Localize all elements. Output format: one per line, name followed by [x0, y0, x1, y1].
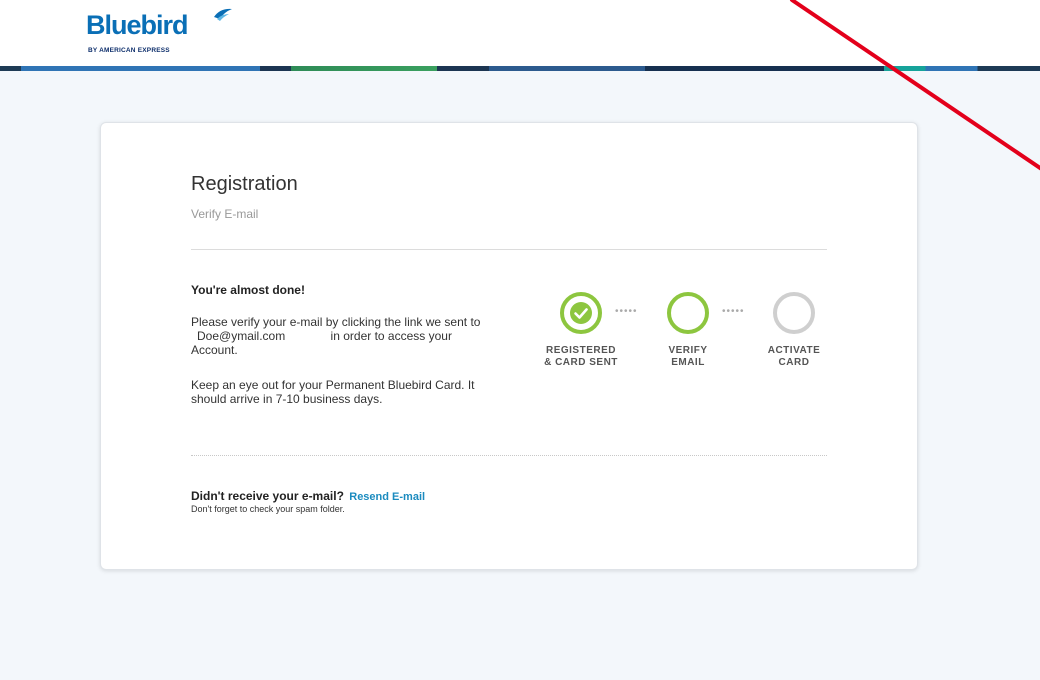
check-circle-icon	[560, 292, 602, 334]
step-label-line: ACTIVATE	[767, 345, 821, 356]
resend-email-link[interactable]: Resend E-mail	[349, 491, 425, 503]
dotted-divider	[191, 455, 827, 456]
step-label-line: REGISTERED	[545, 345, 616, 356]
section-divider	[191, 249, 827, 250]
spam-folder-note: Don't forget to check your spam folder.	[191, 504, 345, 514]
step-label-line: & CARD SENT	[544, 357, 618, 368]
bird-icon	[214, 8, 232, 21]
page-subtitle: Verify E-mail	[191, 207, 259, 221]
bluebird-logo[interactable]: Bluebird BY AMERICAN EXPRESS	[86, 8, 236, 60]
logo-byline: BY AMERICAN EXPRESS	[88, 47, 170, 54]
step-separator: •••••	[722, 306, 745, 317]
verify-text-before: Please verify your e-mail by clicking th…	[191, 315, 481, 329]
logo-wordmark: Bluebird	[86, 10, 189, 40]
card-arrival-notice: Keep an eye out for your Permanent Blueb…	[191, 378, 475, 406]
site-header: Bluebird BY AMERICAN EXPRESS	[0, 0, 1040, 66]
step-label-line: VERIFY	[668, 345, 708, 356]
step-separator: •••••	[615, 306, 638, 317]
step-label-activate: ACTIVATE CARD	[744, 345, 844, 369]
user-email: Doe@ymail.com	[197, 329, 286, 343]
almost-done-heading: You're almost done!	[191, 283, 305, 297]
step-label-line: CARD	[778, 357, 810, 368]
resend-prompt-text: Didn't receive your e-mail?	[191, 489, 344, 503]
page-title: Registration	[191, 173, 298, 195]
registration-card: Registration Verify E-mail You're almost…	[100, 122, 918, 570]
current-step-ring-icon	[667, 292, 709, 334]
step-label-line: EMAIL	[671, 357, 705, 368]
step-label-registered: REGISTERED & CARD SENT	[531, 345, 631, 369]
header-color-stripe	[0, 66, 1040, 71]
step-label-verify: VERIFY EMAIL	[638, 345, 738, 369]
verify-instructions: Please verify your e-mail by clicking th…	[191, 315, 491, 357]
pending-step-ring-icon	[773, 292, 815, 334]
resend-prompt: Didn't receive your e-mail? Resend E-mai…	[191, 489, 425, 503]
